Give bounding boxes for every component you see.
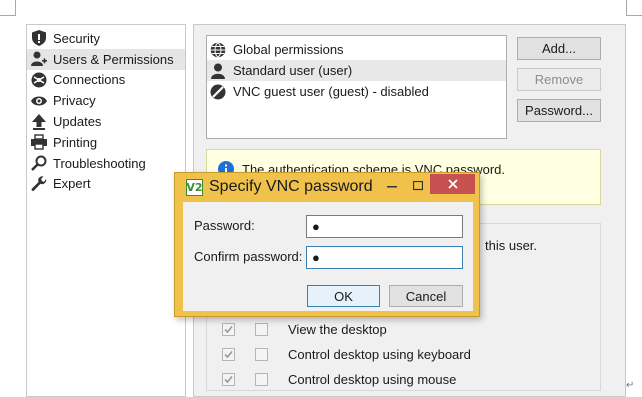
sidebar-item-troubleshooting[interactable]: Troubleshooting bbox=[27, 153, 185, 174]
sidebar-item-label: Printing bbox=[53, 134, 98, 150]
sidebar-item-label: Troubleshooting bbox=[53, 155, 146, 171]
sidebar-item-label: Privacy bbox=[53, 93, 96, 109]
ok-button[interactable]: OK bbox=[307, 285, 380, 307]
permissions-description: this user. bbox=[485, 238, 538, 253]
vnc-logo-icon: V2 bbox=[186, 179, 203, 196]
allow-checkbox[interactable] bbox=[222, 322, 235, 336]
password-field[interactable]: ● bbox=[306, 215, 463, 238]
deny-checkbox[interactable] bbox=[255, 347, 268, 361]
sidebar-item-printing[interactable]: Printing bbox=[27, 132, 185, 153]
magnifier-icon bbox=[31, 155, 47, 172]
eye-icon bbox=[31, 93, 47, 109]
user-row-label: Global permissions bbox=[233, 42, 344, 57]
sidebar-item-privacy[interactable]: Privacy bbox=[27, 90, 185, 111]
crop-mark-top-right-vertical bbox=[626, 0, 627, 16]
sidebar-item-label: Users & Permissions bbox=[53, 51, 174, 67]
cancel-button[interactable]: Cancel bbox=[389, 285, 463, 307]
maximize-button[interactable] bbox=[407, 176, 429, 196]
user-icon bbox=[210, 63, 226, 79]
close-icon bbox=[447, 179, 458, 189]
dialog-title: Specify VNC password bbox=[209, 178, 373, 195]
disabled-icon bbox=[210, 84, 226, 100]
confirm-password-label: Confirm password: bbox=[194, 249, 303, 264]
user-row-guest-user[interactable]: VNC guest user (guest) - disabled bbox=[207, 81, 506, 102]
crop-mark-top-left-vertical bbox=[15, 0, 16, 16]
users-icon bbox=[31, 51, 47, 67]
sidebar-item-connections[interactable]: Connections bbox=[27, 70, 185, 91]
dialog-body: Password: ● Confirm password: ● OK Cance… bbox=[183, 202, 473, 311]
sidebar-item-label: Updates bbox=[53, 114, 102, 130]
deny-checkbox[interactable] bbox=[255, 322, 268, 336]
user-row-global-permissions[interactable]: Global permissions bbox=[207, 39, 506, 60]
permission-row-view-desktop: View the desktop bbox=[222, 320, 387, 338]
user-row-standard-user[interactable]: Standard user (user) bbox=[207, 60, 506, 81]
maximize-icon bbox=[413, 181, 423, 191]
user-row-label: Standard user (user) bbox=[233, 63, 353, 78]
permission-label: Control desktop using keyboard bbox=[288, 346, 471, 362]
specify-password-dialog: V2 Specify VNC password Password: ● Conf… bbox=[174, 172, 480, 317]
user-row-label: VNC guest user (guest) - disabled bbox=[233, 84, 429, 99]
crop-mark-top-right bbox=[626, 15, 642, 16]
sidebar-item-label: Connections bbox=[53, 72, 126, 88]
minimize-button[interactable] bbox=[381, 176, 403, 196]
shield-icon bbox=[31, 30, 47, 47]
password-label: Password: bbox=[194, 218, 255, 233]
close-button[interactable] bbox=[430, 174, 475, 194]
permission-row-mouse: Control desktop using mouse bbox=[222, 370, 456, 388]
crop-mark-top-left bbox=[0, 15, 16, 16]
sidebar-item-users-permissions[interactable]: Users & Permissions bbox=[27, 48, 185, 70]
user-list[interactable]: Global permissions Standard user (user) … bbox=[206, 35, 507, 139]
sidebar-item-label: Expert bbox=[53, 176, 91, 192]
wrench-icon bbox=[31, 176, 47, 192]
password-button[interactable]: Password... bbox=[517, 99, 601, 122]
remove-button[interactable]: Remove bbox=[517, 68, 601, 91]
permission-label: Control desktop using mouse bbox=[288, 371, 457, 387]
printer-icon bbox=[31, 134, 47, 151]
sidebar-item-label: Security bbox=[53, 30, 100, 46]
paragraph-mark: ↵ bbox=[626, 380, 635, 391]
add-button[interactable]: Add... bbox=[517, 37, 601, 60]
sidebar-item-expert[interactable]: Expert bbox=[27, 174, 185, 195]
globe-icon bbox=[210, 41, 226, 58]
allow-checkbox[interactable] bbox=[222, 347, 235, 361]
sidebar-item-security[interactable]: Security bbox=[27, 28, 185, 49]
connections-icon bbox=[31, 72, 47, 88]
minimize-icon bbox=[387, 186, 397, 188]
permission-label: View the desktop bbox=[288, 321, 387, 337]
confirm-password-field[interactable]: ● bbox=[306, 246, 463, 269]
permission-row-keyboard: Control desktop using keyboard bbox=[222, 345, 471, 363]
deny-checkbox[interactable] bbox=[255, 372, 268, 386]
upload-arrow-icon bbox=[31, 113, 47, 130]
allow-checkbox[interactable] bbox=[222, 372, 235, 386]
sidebar: Security Users & Permissions Connections… bbox=[26, 24, 186, 397]
sidebar-item-updates[interactable]: Updates bbox=[27, 111, 185, 132]
